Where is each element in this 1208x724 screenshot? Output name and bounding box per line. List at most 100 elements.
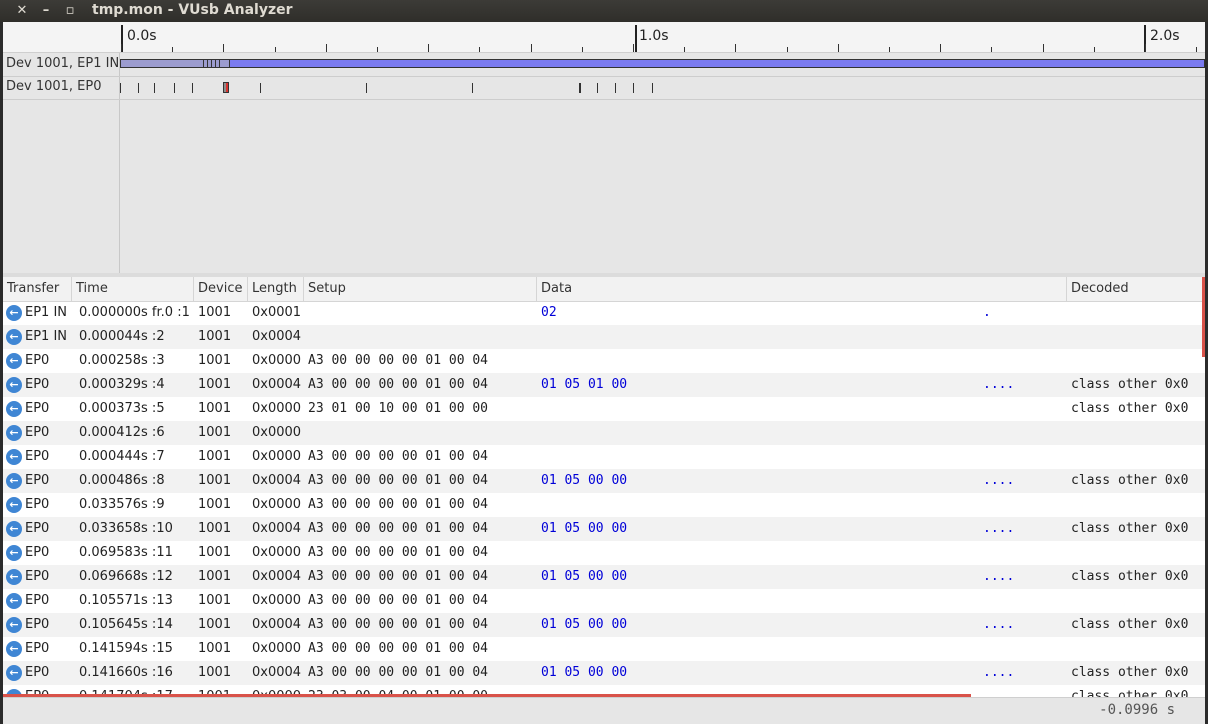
selected-transfer-mark[interactable]	[223, 82, 229, 93]
close-window-button[interactable]: ✕	[12, 1, 32, 21]
table-row[interactable]: ← EP0 0.141660s :16 1001 0x0004 A3 00 00 00 0…	[3, 661, 1205, 685]
table-header: Transfer Time Device Length Setup Data D…	[3, 277, 1205, 302]
cell-data: 01 05 00 00	[541, 569, 628, 584]
table-row[interactable]: ← EP1 IN 0.000000s fr.0 :1 1001 0x0001 02.	[3, 301, 1205, 325]
cell-time: 0.000329s :4	[79, 377, 165, 392]
cell-decoded: class other 0x0	[1071, 665, 1189, 680]
cell-length: 0x0004	[252, 473, 302, 488]
cell-decoded	[1071, 445, 1205, 469]
table-row[interactable]: ← EP0 0.069583s :11 1001 0x0000 A3 00 00 00 0…	[3, 541, 1205, 565]
cell-transfer: EP0	[25, 545, 50, 560]
track-label: Dev 1001, EP0	[6, 79, 102, 94]
column-header-transfer[interactable]: Transfer	[3, 277, 72, 301]
ruler-minor-tick	[326, 44, 327, 52]
transfer-mark[interactable]	[366, 83, 367, 93]
cell-device: 1001	[198, 353, 232, 368]
ruler-minor-tick	[377, 47, 378, 52]
table-row[interactable]: ← EP0 0.000486s :8 1001 0x0004 A3 00 00 00 00…	[3, 469, 1205, 493]
cell-data	[541, 445, 841, 469]
ruler-label: 0.0s	[127, 28, 157, 44]
column-header-decoded[interactable]: Decoded	[1067, 277, 1205, 301]
transfer-mark[interactable]	[597, 83, 598, 93]
cell-data	[541, 541, 841, 565]
timeline-graph[interactable]: Dev 1001, EP1 IN Dev 1001, EP0	[3, 53, 1205, 295]
maximize-window-button[interactable]: ▫	[60, 1, 80, 21]
cell-ascii	[983, 397, 1063, 421]
table-row[interactable]: ← EP0 0.033576s :9 1001 0x0000 A3 00 00 00 00…	[3, 493, 1205, 517]
transfer-mark[interactable]	[211, 59, 212, 68]
ruler-minor-tick	[1196, 47, 1197, 52]
table-row[interactable]: ← EP0 0.000373s :5 1001 0x0000 23 01 00 10 00…	[3, 397, 1205, 421]
cell-transfer: EP0	[25, 593, 50, 608]
transfer-mark[interactable]	[472, 83, 473, 93]
transfer-mark[interactable]	[219, 59, 220, 68]
transfer-mark[interactable]	[215, 59, 216, 68]
track-ep1-in[interactable]: Dev 1001, EP1 IN	[3, 53, 1205, 77]
column-header-setup[interactable]: Setup	[304, 277, 537, 301]
cell-device: 1001	[198, 545, 232, 560]
cell-ascii: ....	[983, 521, 1015, 536]
cell-setup	[308, 301, 537, 325]
column-header-length[interactable]: Length	[248, 277, 304, 301]
arrow-left-circle-icon: ←	[6, 545, 22, 561]
transfer-mark[interactable]	[174, 83, 175, 93]
table-row[interactable]: ← EP0 0.000258s :3 1001 0x0000 A3 00 00 00 00…	[3, 349, 1205, 373]
column-header-time[interactable]: Time	[72, 277, 194, 301]
cell-length: 0x0004	[252, 521, 302, 536]
ruler-minor-tick	[684, 47, 685, 52]
ruler-minor-tick	[735, 44, 736, 52]
table-row[interactable]: ← EP0 0.000329s :4 1001 0x0004 A3 00 00 00 00…	[3, 373, 1205, 397]
cell-data: 02	[541, 305, 557, 320]
arrow-left-circle-icon: ←	[6, 305, 22, 321]
cell-device: 1001	[198, 593, 232, 608]
transfer-mark[interactable]	[192, 83, 193, 93]
cell-length: 0x0000	[252, 449, 302, 464]
vertical-scrollbar[interactable]	[1202, 277, 1205, 357]
ep1-transfer-bar-start[interactable]	[120, 59, 230, 68]
cell-decoded	[1071, 349, 1205, 373]
transfer-mark[interactable]	[154, 83, 155, 93]
cell-transfer: EP0	[25, 425, 50, 440]
minimize-window-button[interactable]: –	[36, 1, 56, 21]
cell-time: 0.033576s :9	[79, 497, 165, 512]
table-row[interactable]: ← EP0 0.000444s :7 1001 0x0000 A3 00 00 00 00…	[3, 445, 1205, 469]
cell-ascii: ....	[983, 665, 1015, 680]
table-row[interactable]: ← EP0 0.105571s :13 1001 0x0000 A3 00 00 00 0…	[3, 589, 1205, 613]
cell-device: 1001	[198, 665, 232, 680]
transfer-mark[interactable]	[120, 83, 121, 93]
ruler-minor-tick	[889, 47, 890, 52]
arrow-left-circle-icon: ←	[6, 665, 22, 681]
transfer-mark[interactable]	[203, 59, 204, 68]
column-header-device[interactable]: Device	[194, 277, 248, 301]
cell-setup	[308, 421, 537, 445]
table-row[interactable]: ← EP0 0.033658s :10 1001 0x0004 A3 00 00 00 0…	[3, 517, 1205, 541]
cell-time: 0.069668s :12	[79, 569, 173, 584]
transfer-mark[interactable]	[138, 83, 139, 93]
cell-time: 0.033658s :10	[79, 521, 173, 536]
column-header-data[interactable]: Data	[537, 277, 1067, 301]
cell-setup: A3 00 00 00 00 01 00 04	[308, 473, 489, 488]
cell-setup: A3 00 00 00 00 01 00 04	[308, 377, 489, 392]
table-row[interactable]: ← EP0 0.069668s :12 1001 0x0004 A3 00 00 00 0…	[3, 565, 1205, 589]
main-window: 0.0s 1.0s 2.0s Dev 1001, EP1 IN Dev 1001…	[3, 22, 1205, 724]
table-row[interactable]: ← EP1 IN 0.000044s :2 1001 0x0004	[3, 325, 1205, 349]
ruler-minor-tick	[428, 44, 429, 52]
transfer-mark[interactable]	[615, 83, 616, 93]
ruler-minor-tick	[582, 47, 583, 52]
arrow-left-circle-icon: ←	[6, 497, 22, 513]
table-row[interactable]: ← EP0 0.000412s :6 1001 0x0000	[3, 421, 1205, 445]
ep1-transfer-bar[interactable]	[120, 59, 1205, 68]
transfer-mark[interactable]	[579, 83, 581, 93]
transfer-mark[interactable]	[207, 59, 208, 68]
arrow-left-circle-icon: ←	[6, 449, 22, 465]
cell-length: 0x0000	[252, 593, 302, 608]
table-row[interactable]: ← EP0 0.141594s :15 1001 0x0000 A3 00 00 00 0…	[3, 637, 1205, 661]
table-row[interactable]: ← EP0 0.105645s :14 1001 0x0004 A3 00 00 00 0…	[3, 613, 1205, 637]
cell-time: 0.000444s :7	[79, 449, 165, 464]
cell-ascii: ....	[983, 617, 1015, 632]
transfer-mark[interactable]	[260, 83, 261, 93]
transfer-mark[interactable]	[633, 83, 634, 93]
track-ep0[interactable]: Dev 1001, EP0	[3, 76, 1205, 100]
time-ruler[interactable]: 0.0s 1.0s 2.0s	[3, 22, 1205, 53]
transfer-mark[interactable]	[652, 83, 653, 93]
